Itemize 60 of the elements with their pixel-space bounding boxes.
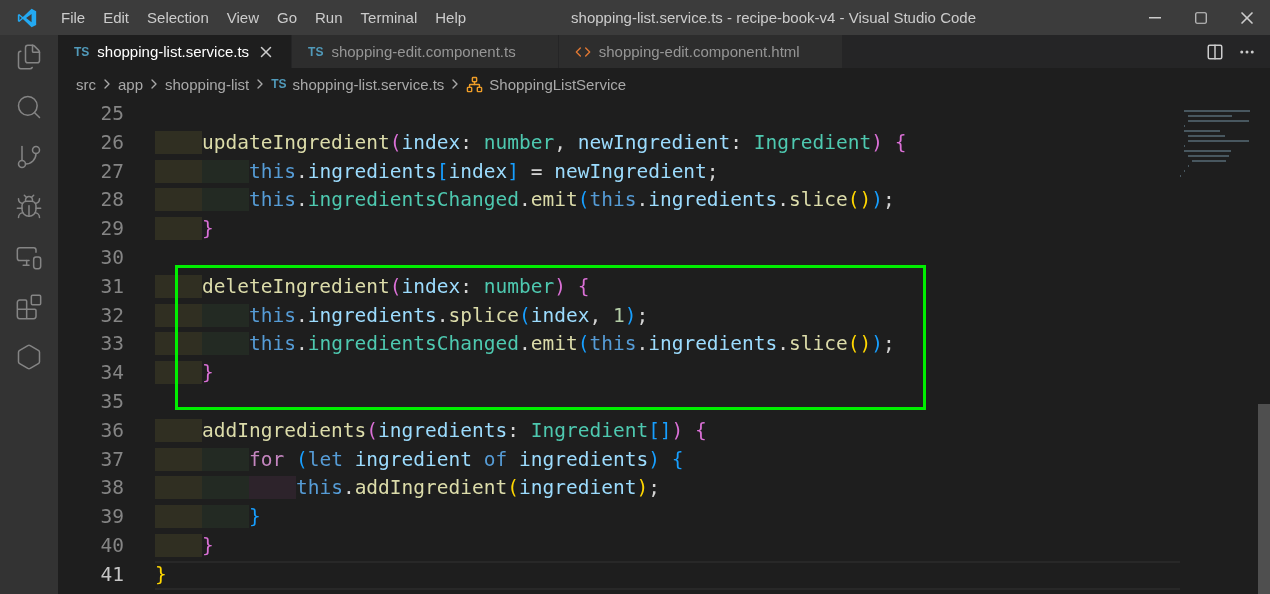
scrollbar-thumb[interactable] [1258,404,1270,594]
line-number: 26 [99,129,125,156]
editor-tab[interactable]: TS shopping-list.service.ts [58,35,293,68]
menu-item[interactable]: Edit [94,9,139,26]
breadcrumb-item[interactable]: ShoppingListService [489,75,627,93]
code-line: } [155,503,1180,532]
minimize-icon [1149,16,1161,19]
editor-tab[interactable]: shopping-edit.component.html [558,35,843,68]
line-number: 38 [99,475,125,502]
line-number: 25 [99,101,125,127]
split-editor-icon[interactable] [1206,42,1224,61]
line-number: 28 [99,187,125,214]
file-type-label: TS [271,77,287,91]
window-title: shopping-list.service.ts - recipe-book-v4 - Visual Studio Code [570,9,977,26]
line-number: 36 [99,417,125,444]
line-number: 39 [99,504,125,531]
code-line: addIngredients(ingredients: Ingredient[]) { [155,416,1180,446]
line-number: 40 [99,532,125,559]
menu-item[interactable]: Go [268,9,306,26]
menu-item[interactable]: Run [306,9,352,26]
code-line: this.ingredientsChanged.emit(this.ingredients.slice()); [155,330,1180,360]
menu-item[interactable]: File [52,9,95,26]
code-line: } [155,215,1180,244]
code-line: } [155,531,1180,561]
breadcrumb-item[interactable]: src [76,75,96,93]
breadcrumb-item[interactable]: shopping-list.service.ts [292,75,445,93]
code-line: } [155,359,1180,388]
tab-label: shopping-edit.component.ts [331,43,516,60]
code-line: updateIngredient(index: number, newIngredient: Ingredient) { [155,128,1180,158]
code-line: deleteIngredient(index: number) { [155,272,1180,302]
tab-label: shopping-list.service.ts [97,43,250,60]
file-type-label: TS [74,44,90,59]
maximize-icon [1194,10,1208,25]
line-number: 35 [99,388,125,415]
line-number: 34 [99,360,125,387]
code-line: for (let ingredient of ingredients) { [155,445,1180,475]
breadcrumb-item[interactable]: app [118,75,144,93]
menu-item[interactable]: Help [426,9,476,26]
code-line: this.ingredients[index] = newIngredient; [155,157,1180,187]
line-number: 41 [99,561,125,588]
menu-item[interactable]: Selection [138,9,218,26]
tab-label: shopping-edit.component.html [598,43,800,60]
line-number: 30 [99,245,125,271]
line-number: 31 [99,273,125,300]
line-number: 33 [99,331,125,358]
class-icon [466,75,484,93]
menu-item[interactable]: Terminal [351,9,427,26]
editor-tab[interactable]: TS shopping-edit.component.ts [292,35,559,68]
code-line: this.ingredientsChanged.emit(this.ingredients.slice()); [155,186,1180,216]
vscode-logo-icon [16,6,38,29]
breadcrumb-item[interactable]: shopping-list [165,75,250,93]
code-line: this.addIngredient(ingredient); [155,474,1180,504]
file-type-label: TS [308,44,324,59]
code-line: } [155,560,1180,590]
line-number: 32 [99,302,125,329]
line-number: 29 [99,216,125,243]
line-number: 37 [99,446,125,473]
line-number: 27 [99,158,125,185]
code-line: this.ingredients.splice(index, 1); [155,301,1180,331]
menu-item[interactable]: View [217,9,268,26]
